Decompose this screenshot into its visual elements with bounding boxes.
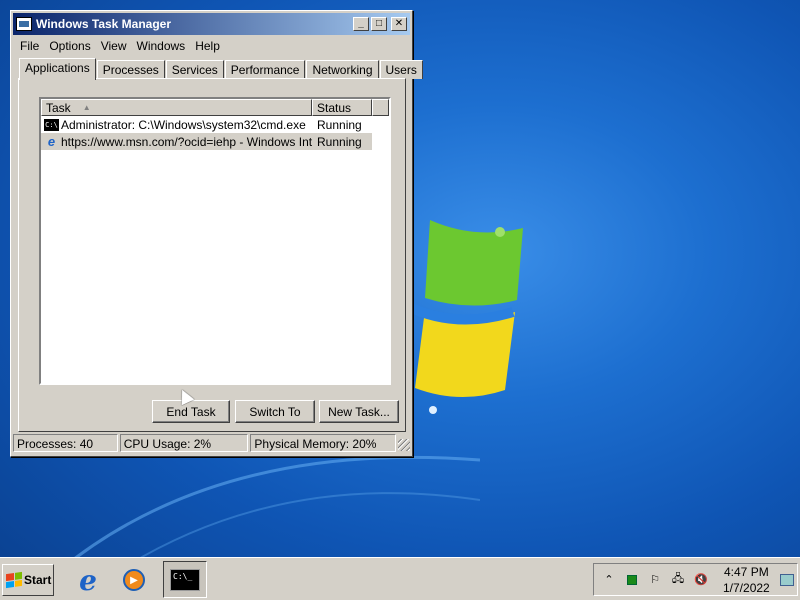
column-filler (372, 99, 389, 116)
minimize-button[interactable]: _ (353, 17, 369, 31)
ie-icon: e (47, 133, 56, 149)
menu-options[interactable]: Options (44, 39, 95, 53)
tab-services[interactable]: Services (165, 60, 224, 79)
cmd-window-icon: C:\_ (170, 568, 200, 591)
status-bar: Processes: 40 CPU Usage: 2% Physical Mem… (13, 434, 410, 454)
clock-time: 4:47 PM (724, 564, 769, 579)
close-button[interactable]: ✕ (391, 17, 407, 31)
tab-processes[interactable]: Processes (96, 60, 165, 79)
task-status: Running (312, 133, 372, 150)
system-tray: ⌃ ⚐ 🖧 🔇 4:47 PM 1/7/2022 (593, 563, 798, 596)
applications-panel: Task ▲ Status C:\ Administrator: C:\Wind… (18, 78, 406, 432)
menu-help[interactable]: Help (190, 39, 225, 53)
column-status[interactable]: Status (312, 99, 372, 116)
tab-applications[interactable]: Applications (19, 58, 96, 80)
status-memory: Physical Memory: 20% (250, 434, 397, 452)
cmd-icon: C:\ (44, 118, 59, 131)
status-cpu: CPU Usage: 2% (119, 434, 249, 452)
task-manager-window[interactable]: Windows Task Manager _ □ ✕ File Options … (10, 10, 423, 457)
tab-users[interactable]: Users (379, 60, 423, 79)
clock-date: 1/7/2022 (723, 580, 770, 595)
network-icon[interactable]: 🖧 (670, 572, 686, 588)
volume-muted-icon[interactable]: 🔇 (693, 572, 709, 588)
status-processes: Processes: 40 (13, 434, 118, 452)
chip-icon[interactable] (624, 572, 640, 588)
table-row[interactable]: C:\ Administrator: C:\Windows\system32\c… (41, 116, 389, 133)
column-task[interactable]: Task ▲ (41, 99, 312, 116)
show-desktop-icon[interactable] (779, 573, 794, 586)
sort-ascending-icon: ▲ (82, 103, 91, 112)
list-header: Task ▲ Status (41, 99, 389, 116)
tab-networking[interactable]: Networking (306, 60, 379, 79)
resize-grip-icon[interactable] (398, 439, 410, 451)
menu-bar: File Options View Windows Help (11, 37, 412, 55)
menu-view[interactable]: View (96, 39, 132, 53)
task-name: https://www.msn.com/?ocid=iehp - Windows… (61, 134, 312, 149)
end-task-button[interactable]: End Task (152, 400, 230, 423)
column-task-label: Task (46, 100, 71, 115)
taskbar: Start e ▶ C:\_ ⌃ ⚐ 🖧 🔇 4:47 PM 1/7/2022 (0, 557, 800, 600)
task-name: Administrator: C:\Windows\system32\cmd.e… (61, 117, 306, 132)
task-list[interactable]: Task ▲ Status C:\ Administrator: C:\Wind… (39, 97, 391, 385)
tab-performance[interactable]: Performance (224, 60, 306, 79)
switch-to-button[interactable]: Switch To (235, 400, 315, 423)
tab-strip: Applications Processes Services Performa… (19, 58, 424, 80)
media-player-icon[interactable]: ▶ (116, 562, 152, 598)
maximize-button[interactable]: □ (371, 17, 387, 31)
windows-flag-icon (6, 571, 22, 589)
action-center-flag-icon[interactable]: ⚐ (647, 572, 663, 588)
clock[interactable]: 4:47 PM 1/7/2022 (723, 564, 770, 596)
windows-logo-wallpaper (405, 220, 523, 414)
show-hidden-icons-icon[interactable]: ⌃ (601, 572, 617, 588)
column-status-label: Status (317, 100, 352, 115)
menu-windows[interactable]: Windows (132, 39, 191, 53)
table-row[interactable]: e https://www.msn.com/?ocid=iehp - Windo… (41, 133, 389, 150)
internet-explorer-icon[interactable]: e (70, 562, 106, 598)
window-title: Windows Task Manager (36, 17, 172, 31)
menu-file[interactable]: File (15, 39, 44, 53)
title-bar[interactable]: Windows Task Manager _ □ ✕ (13, 13, 410, 35)
task-status: Running (317, 117, 362, 132)
start-button[interactable]: Start (2, 564, 54, 596)
taskbar-cmd-button[interactable]: C:\_ (163, 561, 207, 598)
new-task-button[interactable]: New Task... (319, 400, 399, 423)
task-manager-icon (16, 17, 32, 31)
start-label: Start (24, 573, 52, 587)
